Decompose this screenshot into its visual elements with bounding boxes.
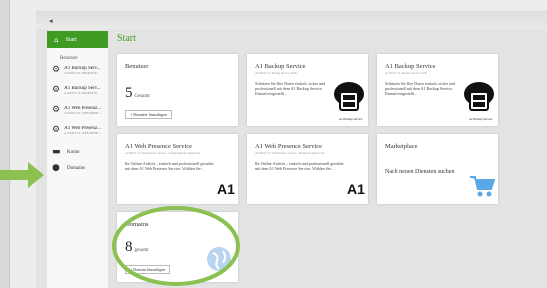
page-title: Start [117, 33, 136, 44]
card-description: Nach neuen Diensten suchen [385, 169, 455, 175]
sidebar: ⌂ Start Benutzer ⚙ A1 Backup Serv... A1/0… [47, 31, 109, 288]
a1-logo: A1 [347, 181, 365, 197]
card-subtitle: A1/00327-1/L Web Presence Service - Stan… [125, 152, 201, 155]
card-backup-2[interactable]: A1 Backup Service A1/00327-1/L Backup Se… [377, 54, 498, 126]
sidebar-item-konto[interactable]: ▬ Konto [47, 144, 108, 160]
add-user-button[interactable]: + Benutzer hinzufügen [125, 110, 172, 119]
sidebar-item-label: Start [65, 36, 77, 43]
home-icon: ⌂ [54, 35, 59, 44]
card-benutzer[interactable]: Benutzer 5 Gesamt + Benutzer hinzufügen [117, 54, 238, 126]
user-count-label: Gesamt [134, 94, 150, 99]
card-backup-1[interactable]: A1 Backup Service A1/00327-1/L Backup Se… [247, 54, 368, 126]
sidebar-item-backup-1[interactable]: ⚙ A1 Backup Serv... A1/00327-1/L BDSR7R7R… [47, 64, 108, 84]
card-title: Benutzer [125, 63, 149, 70]
sidebar-heading-users[interactable]: Benutzer [47, 48, 108, 64]
gear-icon: ⚙ [52, 85, 61, 95]
card-description: Schützen Sie Ihre Daten einfach, sicher … [255, 81, 326, 96]
card-description: Ihr Online-Auftritt – einfach und profes… [125, 161, 214, 171]
backup-logo-text: A1 Backup Service [469, 117, 493, 121]
gear-icon: ⚙ [52, 105, 61, 115]
card-subtitle: A1/00327-1/L Backup Service 10GB [385, 72, 427, 75]
sidebar-item-web-1[interactable]: ⚙ A1 Web Presenz... A1/00327-1/L WEB PRES… [47, 104, 108, 124]
sidebar-item-backup-2[interactable]: ⚙ A1 Backup Serv... A1/00327-1/L BDSR7R7R… [47, 84, 108, 104]
card-title: A1 Backup Service [255, 63, 306, 70]
top-bar [36, 11, 547, 29]
outer-window-edge [0, 0, 10, 288]
a1-logo: A1 [217, 181, 235, 197]
sidebar-item-sub: A1/00327-1/L BDSR7R7R... [64, 71, 99, 75]
backup-cloud-icon [464, 82, 494, 111]
backup-logo-text: A1 Backup Service [339, 117, 363, 121]
card-description: Ihr Online-Auftritt – einfach und profes… [255, 161, 344, 171]
sidebar-item-sub: A1/00327-1/L WEB PRESE... [64, 131, 101, 135]
highlight-ellipse-annotation [112, 206, 240, 286]
shopping-cart-icon [470, 176, 495, 197]
card-title: A1 Backup Service [385, 63, 436, 70]
gear-icon: ⚙ [52, 125, 61, 135]
page: ◂ ⌂ Start Benutzer ⚙ A1 Backup Serv... A1… [0, 0, 547, 288]
card-web-presence-1[interactable]: A1 Web Presence Service A1/00327-1/L Web… [117, 134, 238, 204]
user-count-value: 5 [125, 85, 133, 101]
card-web-presence-2[interactable]: A1 Web Presence Service A1/00327-1/L Web… [247, 134, 368, 204]
card-marketplace[interactable]: Marketplace Nach neuen Diensten suchen [377, 134, 498, 204]
sidebar-item-web-2[interactable]: ⚙ A1 Web Presenz... A1/00327-1/L WEB PRES… [47, 124, 108, 144]
card-subtitle: A1/00327-1/L Backup Service 10GB [255, 72, 297, 75]
sidebar-item-sub: A1/00327-1/L BDSR7R7R... [64, 91, 99, 95]
gear-icon: ⚙ [52, 65, 61, 75]
sidebar-item-sub: A1/00327-1/L WEB PRESE... [64, 111, 101, 115]
card-title: A1 Web Presence Service [125, 143, 193, 150]
sidebar-item-domains[interactable]: ● Domains [47, 160, 108, 176]
arrow-annotation [0, 162, 44, 188]
sidebar-item-start[interactable]: ⌂ Start [47, 31, 108, 48]
globe-icon: ● [52, 163, 60, 173]
card-title: A1 Web Presence Service [255, 143, 323, 150]
card-description: Schützen Sie Ihre Daten einfach, sicher … [385, 81, 456, 96]
card-subtitle: A1/00327-1/L Web Presence Service - Busi… [255, 152, 325, 155]
sidebar-item-label: Domains [67, 165, 86, 171]
backup-cloud-icon [334, 82, 364, 111]
user-count: 5 Gesamt [125, 84, 150, 102]
card-title: Marketplace [385, 143, 418, 150]
card-icon: ▬ [52, 147, 61, 157]
chevron-left-icon[interactable]: ◂ [49, 17, 53, 25]
sidebar-item-label: Konto [67, 149, 80, 155]
